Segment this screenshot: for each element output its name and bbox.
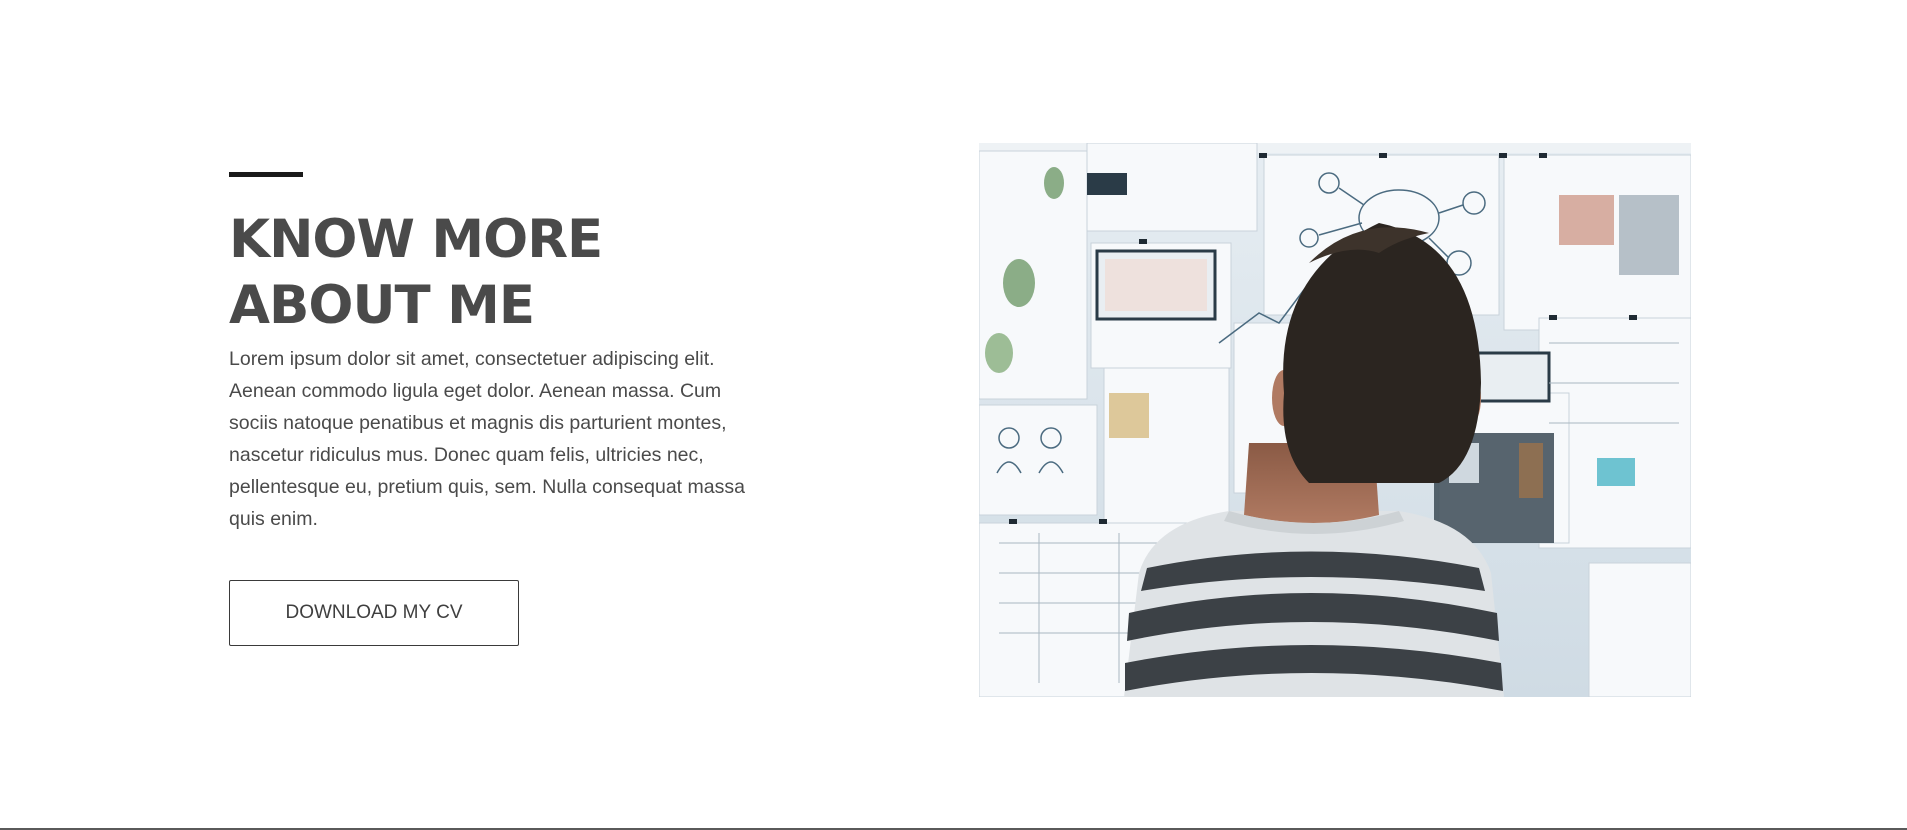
about-text-column: KNOW MORE ABOUT ME Lorem ipsum dolor sit… — [229, 172, 759, 646]
about-photo — [979, 143, 1691, 697]
about-body-text: Lorem ipsum dolor sit amet, consectetuer… — [229, 348, 745, 530]
heading-line-1: KNOW MORE — [229, 209, 603, 270]
about-section: KNOW MORE ABOUT ME Lorem ipsum dolor sit… — [0, 0, 1907, 828]
download-cv-button[interactable]: DOWNLOAD MY CV — [229, 580, 519, 646]
photo-illustration — [979, 143, 1691, 697]
accent-bar — [229, 172, 303, 177]
heading-line-2: ABOUT ME — [229, 275, 535, 336]
about-heading: KNOW MORE ABOUT ME — [229, 207, 759, 339]
